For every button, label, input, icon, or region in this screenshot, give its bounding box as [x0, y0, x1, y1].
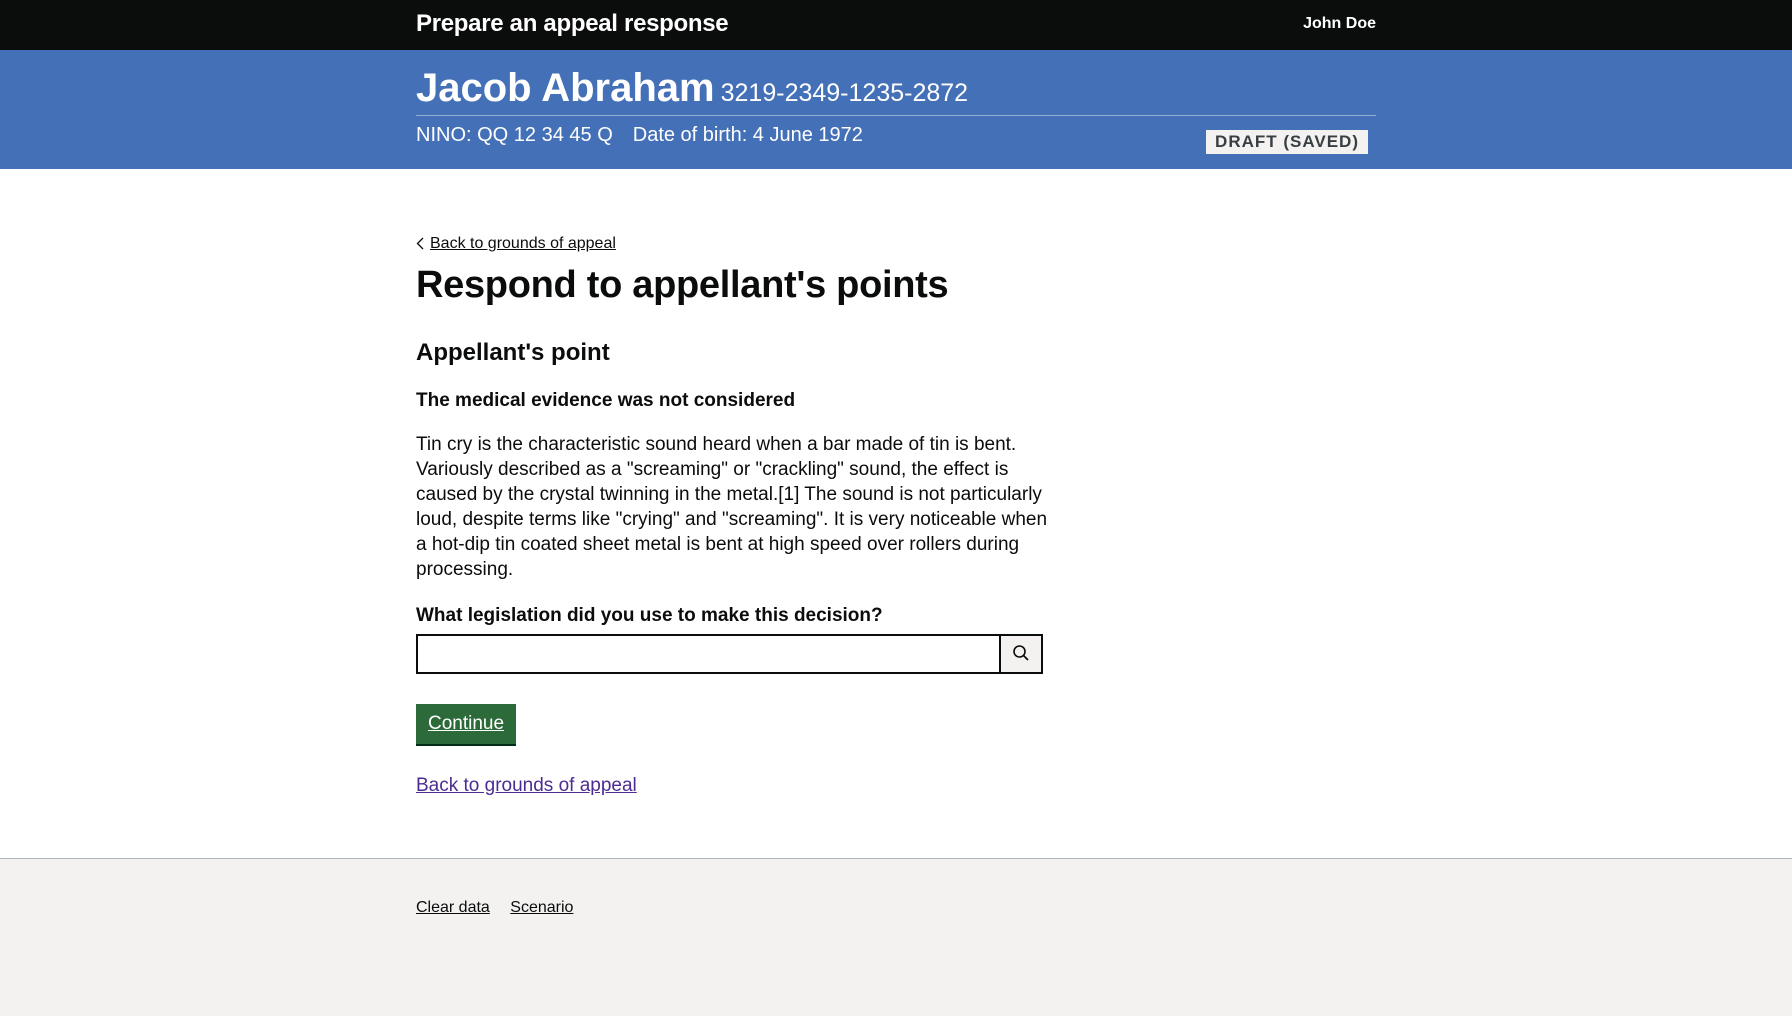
- search-icon: [1012, 644, 1030, 665]
- footer-links: Clear data Scenario: [416, 899, 589, 917]
- appellant-name: Jacob Abraham 3219-2349-1235-2872: [416, 66, 968, 111]
- page-title: Respond to appellant's points: [416, 264, 949, 306]
- footer-link-scenario[interactable]: Scenario: [510, 899, 573, 916]
- appellant-name-text: Jacob Abraham: [416, 66, 715, 110]
- legislation-label: What legislation did you use to make thi…: [416, 605, 883, 626]
- legislation-search: [416, 634, 1045, 674]
- legislation-input[interactable]: [416, 634, 1001, 674]
- site-footer: Clear data Scenario: [0, 858, 1792, 1016]
- date-of-birth: Date of birth: 4 June 1972: [632, 124, 863, 146]
- nino: NINO: QQ 12 34 45 Q: [416, 124, 613, 146]
- case-reference: 3219-2349-1235-2872: [720, 79, 969, 107]
- back-link-top[interactable]: Back to grounds of appeal: [416, 235, 616, 253]
- appellant-meta: NINO: QQ 12 34 45 Q Date of birth: 4 June…: [416, 124, 863, 147]
- case-banner: Jacob Abraham 3219-2349-1235-2872 DRAFT (…: [0, 50, 1792, 169]
- footer-link-clear-data[interactable]: Clear data: [416, 899, 490, 916]
- chevron-left-icon: [416, 237, 424, 255]
- service-name[interactable]: Prepare an appeal response: [416, 10, 729, 38]
- back-link-bottom[interactable]: Back to grounds of appeal: [416, 775, 637, 797]
- user-name[interactable]: John Doe: [1303, 15, 1376, 33]
- back-link-top-label: Back to grounds of appeal: [430, 235, 616, 252]
- status-badge: DRAFT (SAVED): [1206, 130, 1368, 154]
- point-body: Tin cry is the characteristic sound hear…: [416, 434, 1048, 580]
- point-title: The medical evidence was not considered: [416, 390, 796, 411]
- search-button[interactable]: [1001, 634, 1043, 674]
- banner-divider: [416, 115, 1376, 116]
- continue-button[interactable]: Continue: [416, 704, 517, 744]
- section-heading: Appellant's point: [416, 339, 610, 366]
- site-header: Prepare an appeal response John Doe: [0, 0, 1792, 50]
